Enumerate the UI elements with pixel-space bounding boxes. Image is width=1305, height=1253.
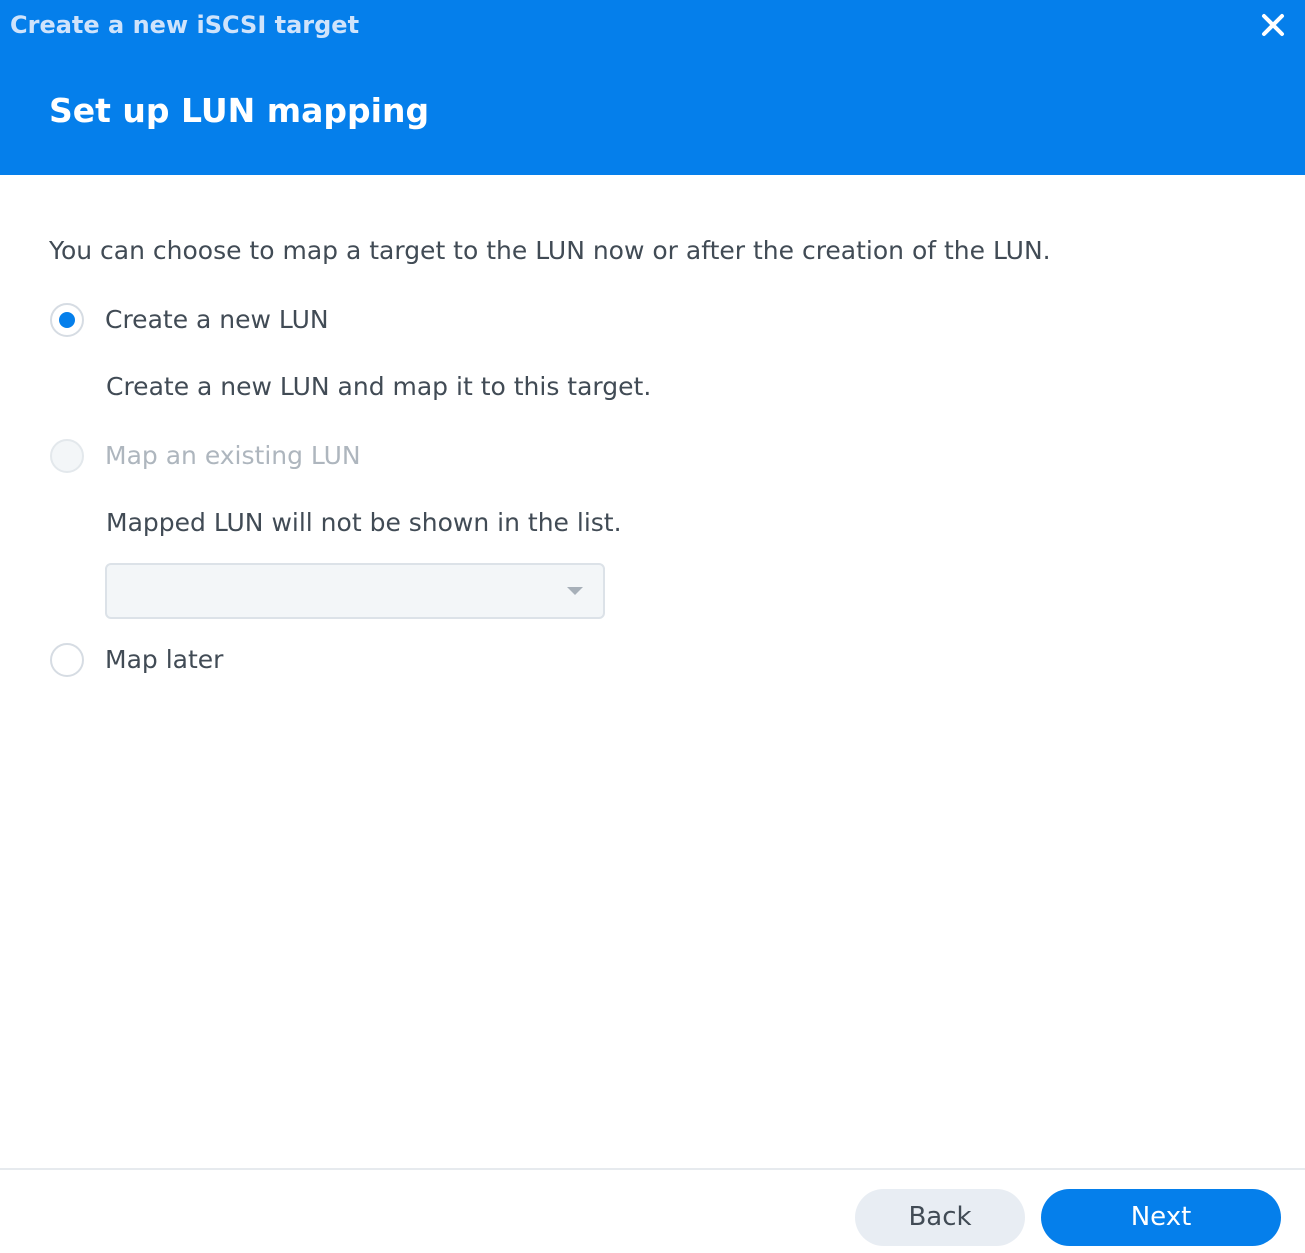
hint-create-new-lun: Create a new LUN and map it to this targ… bbox=[106, 372, 652, 401]
radio-label-map-existing-lun: Map an existing LUN bbox=[105, 441, 361, 470]
radio-map-later[interactable]: Map later bbox=[50, 641, 223, 679]
window-title: Create a new iSCSI target bbox=[10, 11, 360, 39]
close-icon bbox=[1262, 14, 1284, 36]
radio-map-existing-lun: Map an existing LUN bbox=[50, 437, 361, 475]
back-button[interactable]: Back bbox=[855, 1189, 1025, 1246]
radio-create-new-lun[interactable]: Create a new LUN bbox=[50, 301, 329, 339]
hint-map-existing-lun: Mapped LUN will not be shown in the list… bbox=[106, 508, 622, 537]
page-title: Set up LUN mapping bbox=[49, 91, 430, 130]
dialog-header: Create a new iSCSI target Set up LUN map… bbox=[0, 0, 1305, 175]
radio-indicator-unchecked[interactable] bbox=[50, 643, 84, 677]
next-button[interactable]: Next bbox=[1041, 1189, 1281, 1246]
dialog-content: You can choose to map a target to the LU… bbox=[0, 175, 1305, 1168]
close-button[interactable] bbox=[1256, 10, 1290, 42]
lun-select bbox=[105, 563, 605, 619]
dialog-footer: Back Next bbox=[0, 1168, 1305, 1253]
radio-label-create-new-lun: Create a new LUN bbox=[105, 305, 329, 334]
radio-label-map-later: Map later bbox=[105, 645, 224, 674]
chevron-down-icon bbox=[567, 587, 583, 595]
step-description: You can choose to map a target to the LU… bbox=[49, 236, 1051, 265]
radio-indicator-disabled bbox=[50, 439, 84, 473]
radio-indicator-checked[interactable] bbox=[50, 303, 84, 337]
